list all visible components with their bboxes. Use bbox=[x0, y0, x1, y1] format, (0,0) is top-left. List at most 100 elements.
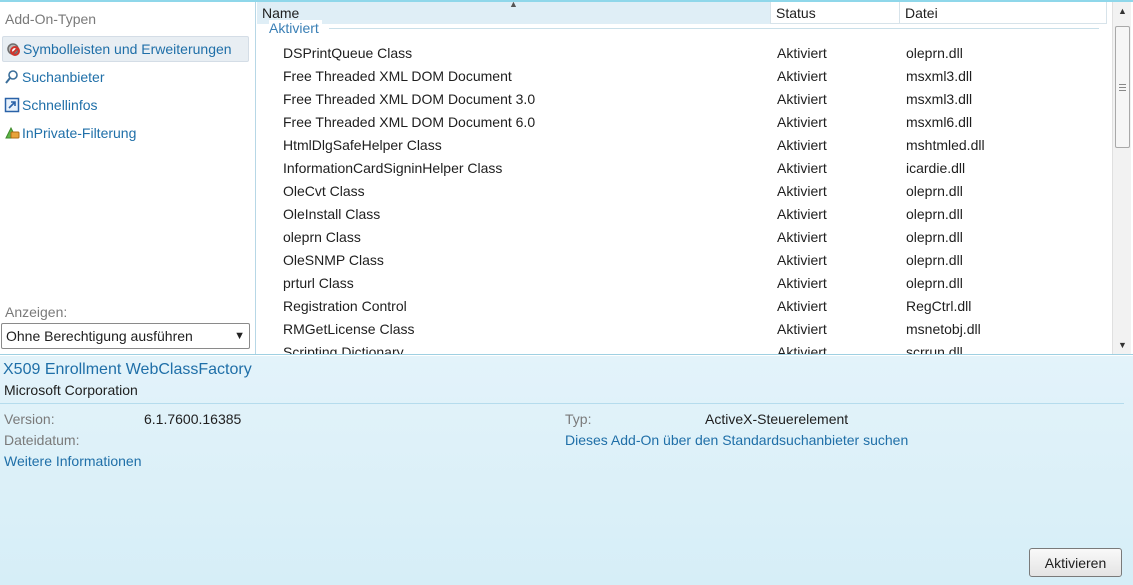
addon-file-cell: oleprn.dll bbox=[906, 251, 963, 268]
table-row[interactable]: Free Threaded XML DOM Document Aktiviert m… bbox=[257, 64, 1107, 87]
addon-file-cell: oleprn.dll bbox=[906, 44, 963, 61]
addon-types-sidebar: Add-On-Typen Symbolleisten und Erweiteru… bbox=[0, 2, 256, 354]
version-label: Version: bbox=[4, 411, 55, 427]
show-filter-value: Ohne Berechtigung ausführen bbox=[6, 328, 193, 344]
addon-file-cell: oleprn.dll bbox=[906, 182, 963, 199]
addon-name-cell: InformationCardSigninHelper Class bbox=[283, 159, 503, 176]
addon-status-cell: Aktiviert bbox=[777, 343, 827, 355]
addon-name-cell: Free Threaded XML DOM Document 3.0 bbox=[283, 90, 536, 107]
table-row[interactable]: OleInstall Class Aktiviert oleprn.dll bbox=[257, 202, 1107, 225]
addon-file-cell: RegCtrl.dll bbox=[906, 297, 972, 314]
table-row[interactable]: Free Threaded XML DOM Document 6.0 Aktivi… bbox=[257, 110, 1107, 133]
addon-name-cell: Free Threaded XML DOM Document bbox=[283, 67, 512, 84]
table-row[interactable]: Scripting Dictionary Aktiviert scrrun.dll bbox=[257, 340, 1107, 355]
addon-rows: DSPrintQueue Class Aktiviert oleprn.dll Fre… bbox=[257, 41, 1107, 355]
version-value: 6.1.7600.16385 bbox=[144, 411, 242, 427]
addon-status-cell: Aktiviert bbox=[777, 228, 827, 245]
addon-file-cell: mshtmled.dll bbox=[906, 136, 985, 153]
addon-name-cell: DSPrintQueue Class bbox=[283, 44, 413, 61]
addon-list: ▲ Name Status Datei Aktiviert DSPrintQue… bbox=[257, 2, 1112, 354]
addon-file-cell: icardie.dll bbox=[906, 159, 966, 176]
accelerator-icon bbox=[4, 97, 20, 113]
search-icon bbox=[4, 69, 20, 85]
addon-name-cell: OleCvt Class bbox=[283, 182, 365, 199]
sidebar-item-toolbars-extensions[interactable]: Symbolleisten und Erweiterungen bbox=[2, 36, 249, 62]
addon-name-cell: OleInstall Class bbox=[283, 205, 381, 222]
table-row[interactable]: Registration Control Aktiviert RegCtrl.dll bbox=[257, 294, 1107, 317]
addon-name-cell: RMGetLicense Class bbox=[283, 320, 415, 337]
group-divider bbox=[329, 28, 1099, 29]
table-row[interactable]: Free Threaded XML DOM Document 3.0 Aktivi… bbox=[257, 87, 1107, 110]
search-addon-link[interactable]: Dieses Add-On über den Standardsuchanbie… bbox=[565, 432, 908, 448]
table-row[interactable]: RMGetLicense Class Aktiviert msnetobj.dll bbox=[257, 317, 1107, 340]
sidebar-item-inprivate-filtering[interactable]: InPrivate-Filterung bbox=[2, 120, 249, 146]
details-pane: X509 Enrollment WebClassFactory Microsof… bbox=[0, 356, 1133, 585]
file-date-label: Dateidatum: bbox=[4, 432, 80, 448]
sidebar-item-label: Suchanbieter bbox=[22, 69, 105, 85]
addon-name-cell: Registration Control bbox=[283, 297, 407, 314]
scrollbar-thumb[interactable] bbox=[1115, 26, 1130, 148]
addon-status-cell: Aktiviert bbox=[777, 90, 827, 107]
table-row[interactable]: oleprn Class Aktiviert oleprn.dll bbox=[257, 225, 1107, 248]
type-value: ActiveX-Steuerelement bbox=[705, 411, 849, 427]
type-label: Typ: bbox=[565, 411, 592, 427]
column-header-file[interactable]: Datei bbox=[900, 2, 1107, 24]
addon-status-cell: Aktiviert bbox=[777, 182, 827, 199]
addon-status-cell: Aktiviert bbox=[777, 136, 827, 153]
addon-name-cell: HtmlDlgSafeHelper Class bbox=[283, 136, 442, 153]
more-info-link[interactable]: Weitere Informationen bbox=[4, 453, 141, 469]
table-row[interactable]: InformationCardSigninHelper Class Aktivie… bbox=[257, 156, 1107, 179]
addon-status-cell: Aktiviert bbox=[777, 320, 827, 337]
addon-name-cell: prturl Class bbox=[283, 274, 354, 291]
table-row[interactable]: prturl Class Aktiviert oleprn.dll bbox=[257, 271, 1107, 294]
addon-file-cell: msxml6.dll bbox=[906, 113, 973, 130]
addon-status-cell: Aktiviert bbox=[777, 251, 827, 268]
column-header-status[interactable]: Status bbox=[771, 2, 900, 24]
addon-file-cell: msnetobj.dll bbox=[906, 320, 981, 337]
table-row[interactable]: DSPrintQueue Class Aktiviert oleprn.dll bbox=[257, 41, 1107, 64]
addon-status-cell: Aktiviert bbox=[777, 205, 827, 222]
addon-file-cell: msxml3.dll bbox=[906, 67, 973, 84]
sidebar-item-label: Symbolleisten und Erweiterungen bbox=[23, 41, 232, 57]
addon-status-cell: Aktiviert bbox=[777, 297, 827, 314]
addon-file-cell: scrrun.dll bbox=[906, 343, 963, 355]
addon-file-cell: msxml3.dll bbox=[906, 90, 973, 107]
addon-name-cell: oleprn Class bbox=[283, 228, 361, 245]
addon-status-cell: Aktiviert bbox=[777, 159, 827, 176]
addon-file-cell: oleprn.dll bbox=[906, 274, 963, 291]
gear-icon bbox=[5, 41, 21, 57]
details-divider bbox=[0, 403, 1124, 404]
sort-ascending-icon: ▲ bbox=[509, 2, 518, 9]
inprivate-icon bbox=[4, 125, 20, 141]
sidebar-item-label: Schnellinfos bbox=[22, 97, 98, 113]
sidebar-item-accelerators[interactable]: Schnellinfos bbox=[2, 92, 249, 118]
table-row[interactable]: OleCvt Class Aktiviert oleprn.dll bbox=[257, 179, 1107, 202]
column-header-name[interactable]: ▲ Name bbox=[257, 2, 771, 24]
scroll-down-arrow-icon[interactable]: ▼ bbox=[1113, 336, 1132, 354]
show-filter-dropdown[interactable]: Ohne Berechtigung ausführen ▼ bbox=[1, 323, 250, 349]
list-header: ▲ Name Status Datei bbox=[257, 2, 1107, 24]
activate-button[interactable]: Aktivieren bbox=[1029, 548, 1122, 577]
addon-manager-top: Add-On-Typen Symbolleisten und Erweiteru… bbox=[0, 0, 1133, 355]
addon-name-cell: Free Threaded XML DOM Document 6.0 bbox=[283, 113, 536, 130]
addon-types-heading: Add-On-Typen bbox=[5, 11, 97, 27]
addon-status-cell: Aktiviert bbox=[777, 274, 827, 291]
table-row[interactable]: OleSNMP Class Aktiviert oleprn.dll bbox=[257, 248, 1107, 271]
group-label-activated: Aktiviert bbox=[269, 20, 322, 36]
sidebar-item-label: InPrivate-Filterung bbox=[22, 125, 137, 141]
addon-status-cell: Aktiviert bbox=[777, 67, 827, 84]
addon-name-cell: OleSNMP Class bbox=[283, 251, 384, 268]
sidebar-item-search-providers[interactable]: Suchanbieter bbox=[2, 64, 249, 90]
table-row[interactable]: HtmlDlgSafeHelper Class Aktiviert mshtmled… bbox=[257, 133, 1107, 156]
chevron-down-icon: ▼ bbox=[234, 330, 245, 342]
show-label: Anzeigen: bbox=[5, 304, 68, 320]
addon-status-cell: Aktiviert bbox=[777, 44, 827, 61]
list-scrollbar[interactable]: ▲ ▼ bbox=[1112, 2, 1131, 354]
addon-status-cell: Aktiviert bbox=[777, 113, 827, 130]
addon-file-cell: oleprn.dll bbox=[906, 205, 963, 222]
addon-name-cell: Scripting Dictionary bbox=[283, 343, 404, 355]
scroll-up-arrow-icon[interactable]: ▲ bbox=[1113, 2, 1132, 20]
addon-title: X509 Enrollment WebClassFactory bbox=[3, 361, 252, 378]
addon-file-cell: oleprn.dll bbox=[906, 228, 963, 245]
addon-company: Microsoft Corporation bbox=[4, 382, 138, 398]
